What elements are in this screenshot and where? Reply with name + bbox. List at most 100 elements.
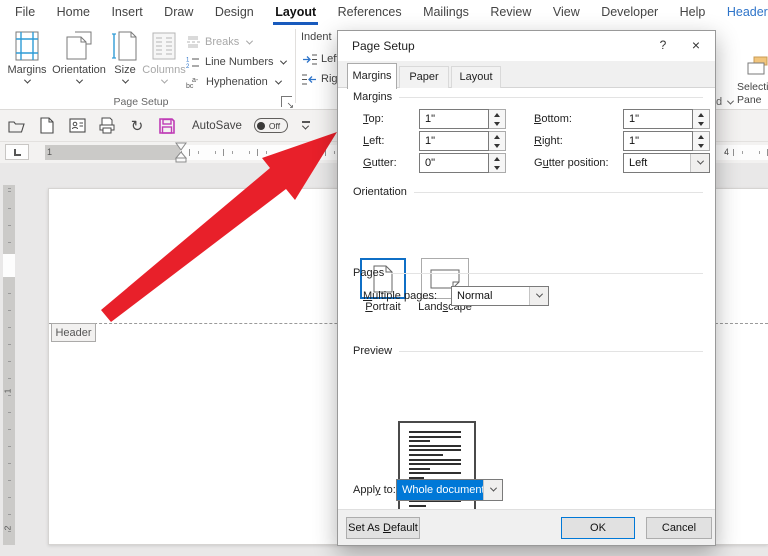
spinner-up-button[interactable]: [693, 110, 709, 119]
menu-tab-developer[interactable]: Developer: [601, 1, 658, 25]
ruler-active-zone: [3, 254, 15, 277]
header-badge: Header: [51, 323, 96, 342]
dialog-title: Page Setup: [352, 39, 415, 53]
breaks-button: Breaks: [186, 33, 254, 51]
tab-margins[interactable]: Margins: [347, 63, 397, 89]
menu-tab-home[interactable]: Home: [57, 1, 90, 25]
gutter-spinner: [489, 153, 506, 173]
chevron-down-icon: [23, 76, 31, 84]
tab-stop-selector[interactable]: [5, 144, 29, 160]
menu-tab-view[interactable]: View: [553, 1, 580, 25]
dialog-button-bar: Set As Default OK Cancel: [338, 509, 715, 545]
indent-right-icon: [302, 74, 316, 84]
right-margin-label: Right:: [534, 135, 563, 147]
top-margin-label: Top:: [363, 113, 384, 125]
new-document-icon[interactable]: [38, 117, 56, 135]
ribbon-group-divider: [295, 29, 296, 103]
dialog-titlebar[interactable]: Page Setup ? ×: [338, 31, 715, 61]
apply-to-dropdown[interactable]: Whole document: [396, 479, 503, 501]
orientation-icon: [66, 31, 92, 60]
tab-paper[interactable]: Paper: [399, 66, 449, 88]
autosave-toggle[interactable]: Off: [253, 118, 288, 133]
chevron-down-icon: [535, 290, 543, 298]
chevron-down-icon: [75, 76, 83, 84]
spinner-down-button[interactable]: [489, 119, 505, 128]
orientation-section-header: Orientation: [353, 186, 703, 198]
multiple-pages-dropdown[interactable]: Normal: [451, 286, 549, 306]
indent-markers[interactable]: [174, 142, 188, 163]
indent-left-control[interactable]: Left: [302, 51, 339, 67]
word-window: File Home Insert Draw Design Layout Refe…: [0, 0, 768, 556]
close-icon[interactable]: ×: [687, 36, 705, 54]
spinner-down-button[interactable]: [489, 141, 505, 150]
chevron-down-icon: [274, 77, 282, 85]
menu-tab-insert[interactable]: Insert: [111, 1, 142, 25]
menu-tab-design[interactable]: Design: [215, 1, 254, 25]
print-preview-icon[interactable]: [98, 117, 116, 135]
spinner-down-button[interactable]: [489, 163, 505, 172]
spinner-up-button[interactable]: [693, 132, 709, 141]
menu-tab-file[interactable]: File: [15, 1, 35, 25]
spinner-up-button[interactable]: [489, 110, 505, 119]
help-button[interactable]: ?: [655, 38, 671, 54]
gutter-field[interactable]: 0": [419, 153, 489, 173]
address-card-icon[interactable]: [68, 117, 86, 135]
ruler-margin-zone: [45, 145, 180, 160]
dialog-tab-strip: Margins Paper Layout: [338, 61, 715, 89]
margins-section-header: Margins: [353, 91, 703, 103]
bottom-margin-spinner: [693, 109, 710, 129]
menu-tab-header-contextual[interactable]: Header: [727, 1, 768, 25]
bottom-margin-field[interactable]: 1": [623, 109, 693, 129]
dropdown-chevron-button[interactable]: [529, 287, 548, 305]
spinner-down-button[interactable]: [693, 119, 709, 128]
hyphenation-button[interactable]: a- bc Hyphenation: [186, 73, 282, 91]
multiple-pages-label: Multiple pages:: [363, 290, 437, 302]
spinner-down-button[interactable]: [693, 141, 709, 150]
chevron-down-icon: [280, 57, 288, 65]
hyphenation-icon: a- bc: [186, 77, 199, 89]
apply-to-label: Apply to:: [353, 484, 396, 496]
tab-layout[interactable]: Layout: [451, 66, 501, 88]
menu-bar: File Home Insert Draw Design Layout Refe…: [0, 0, 768, 25]
page-setup-dialog-launcher[interactable]: [281, 96, 294, 111]
menu-tab-review[interactable]: Review: [490, 1, 531, 25]
spinner-up-button[interactable]: [489, 154, 505, 163]
spinner-up-button[interactable]: [489, 132, 505, 141]
bottom-margin-label: Bottom:: [534, 113, 572, 125]
line-numbers-button[interactable]: 1 2 Line Numbers: [186, 53, 288, 71]
autosave-label: AutoSave: [192, 119, 242, 132]
menu-tab-references[interactable]: References: [338, 1, 402, 25]
open-folder-icon[interactable]: [8, 117, 26, 135]
left-margin-field[interactable]: 1": [419, 131, 489, 151]
redo-icon[interactable]: ↻: [128, 117, 146, 135]
menu-tab-layout[interactable]: Layout: [273, 1, 319, 25]
menu-tab-mailings[interactable]: Mailings: [423, 1, 469, 25]
dropdown-chevron-button[interactable]: [483, 480, 502, 500]
size-icon: [112, 31, 137, 61]
toggle-knob: [256, 121, 265, 130]
chevron-down-icon: [246, 37, 254, 45]
left-margin-spinner: [489, 131, 506, 151]
top-margin-spinner: [489, 109, 506, 129]
top-margin-field[interactable]: 1": [419, 109, 489, 129]
cancel-button[interactable]: Cancel: [646, 517, 712, 539]
preview-section-header: Preview: [353, 345, 703, 357]
menu-tab-draw[interactable]: Draw: [164, 1, 193, 25]
set-as-default-button[interactable]: Set As Default: [346, 517, 420, 539]
svg-text:2: 2: [186, 64, 190, 69]
vertical-ruler[interactable]: 1 2: [2, 185, 15, 545]
customize-toolbar-icon[interactable]: [300, 121, 312, 130]
chevron-down-icon: [696, 157, 704, 165]
breaks-icon: [187, 36, 200, 48]
right-margin-field[interactable]: 1": [623, 131, 693, 151]
ok-button[interactable]: OK: [561, 517, 635, 539]
selection-pane-icon: [747, 56, 768, 75]
line-numbers-icon: 1 2: [186, 57, 199, 69]
svg-text:bc: bc: [186, 83, 194, 89]
selection-pane-button[interactable]: Selection Pane: [737, 81, 768, 107]
save-icon[interactable]: [158, 117, 176, 135]
gutter-position-dropdown[interactable]: Left: [623, 153, 710, 173]
dropdown-chevron-button[interactable]: [690, 154, 709, 172]
menu-tab-help[interactable]: Help: [680, 1, 706, 25]
left-tab-icon: [13, 148, 21, 156]
